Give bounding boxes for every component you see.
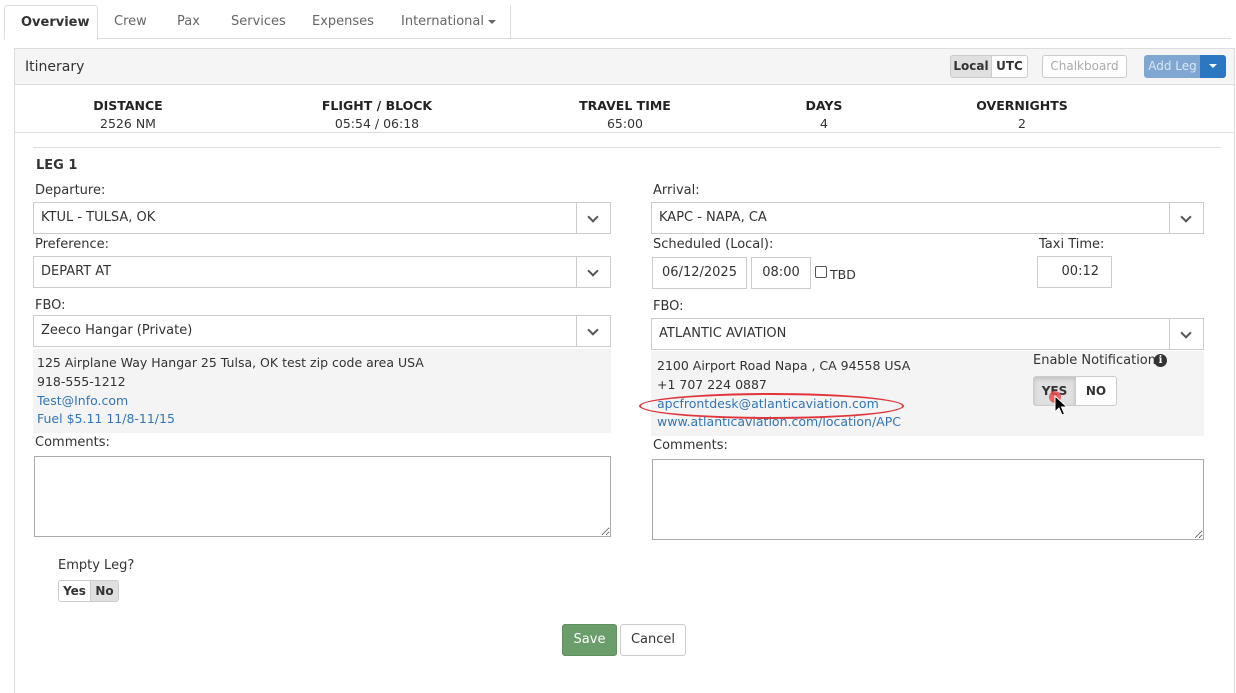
departure-fbo-info: 125 Airplane Way Hangar 25 Tulsa, OK tes… — [33, 349, 611, 433]
leg-divider — [33, 147, 1221, 148]
chevron-down-icon — [1180, 327, 1192, 339]
departure-comments-label: Comments: — [35, 435, 110, 450]
arrival-fbo-phone: +1 707 224 0887 — [657, 377, 767, 392]
stat-overnights: OVERNIGHTS 2 — [942, 98, 1102, 131]
preference-label: Preference: — [35, 237, 110, 252]
caret-down-icon — [487, 19, 496, 24]
tab-expenses[interactable]: Expenses — [296, 5, 390, 39]
empty-leg-no-button[interactable]: No — [90, 580, 119, 602]
tbd-label: TBD — [830, 267, 856, 282]
departure-fbo-email-link[interactable]: Test@Info.com — [37, 393, 128, 408]
arrival-fbo-select[interactable]: ATLANTIC AVIATION — [651, 318, 1204, 350]
tab-overview[interactable]: Overview — [4, 5, 98, 40]
departure-fbo-fuel-link[interactable]: Fuel $5.11 11/8-11/15 — [37, 411, 175, 426]
cancel-button[interactable]: Cancel — [620, 624, 686, 656]
tab-bar: Overview Crew Pax Services Expenses Inte… — [4, 5, 1231, 40]
info-icon[interactable]: i — [1154, 354, 1167, 367]
arrival-fbo-address: 2100 Airport Road Napa , CA 94558 USA — [657, 358, 911, 373]
arrival-fbo-value: ATLANTIC AVIATION — [659, 326, 787, 341]
stat-value: 65:00 — [606, 116, 644, 131]
chevron-down-icon — [587, 324, 599, 336]
stat-value: 4 — [820, 116, 828, 131]
add-leg-button[interactable]: Add Leg — [1144, 55, 1201, 78]
tab-services[interactable]: Services — [215, 5, 302, 39]
taxi-time-input[interactable]: 00:12 — [1037, 256, 1112, 288]
stat-label: DISTANCE — [93, 98, 163, 113]
stat-label: DAYS — [805, 98, 843, 113]
departure-label: Departure: — [35, 183, 106, 198]
stat-label: FLIGHT / BLOCK — [321, 98, 433, 113]
departure-value: KTUL - TULSA, OK — [41, 210, 156, 225]
departure-fbo-value: Zeeco Hangar (Private) — [41, 323, 193, 338]
stat-days: DAYS 4 — [744, 98, 904, 131]
departure-fbo-phone: 918-555-1212 — [37, 374, 126, 389]
departure-fbo-label: FBO: — [35, 298, 66, 313]
preference-select[interactable]: DEPART AT — [33, 256, 611, 288]
stat-travel-time: TRAVEL TIME 65:00 — [545, 98, 705, 131]
departure-fbo-dropdown-toggle[interactable] — [576, 316, 610, 346]
departure-dropdown-toggle[interactable] — [576, 203, 610, 233]
email-highlight-annotation — [639, 393, 904, 419]
scheduled-date-input[interactable]: 06/12/2025 — [652, 257, 747, 289]
chevron-down-icon — [1180, 211, 1192, 223]
empty-leg-label: Empty Leg? — [58, 558, 135, 573]
tab-international-label: International — [401, 14, 484, 29]
tab-pax[interactable]: Pax — [161, 5, 216, 39]
arrival-fbo-label: FBO: — [653, 299, 684, 314]
tab-crew[interactable]: Crew — [98, 5, 163, 39]
departure-select[interactable]: KTUL - TULSA, OK — [33, 202, 611, 234]
notification-no-button[interactable]: NO — [1075, 376, 1117, 406]
arrival-select[interactable]: KAPC - NAPA, CA — [651, 202, 1204, 234]
departure-comments-input[interactable] — [34, 456, 611, 537]
scheduled-label: Scheduled (Local): — [653, 237, 774, 252]
panel-header: Itinerary Local UTC Chalkboard Add Leg — [15, 49, 1234, 85]
arrival-comments-label: Comments: — [653, 438, 728, 453]
chalkboard-button[interactable]: Chalkboard — [1042, 55, 1127, 78]
tbd-checkbox[interactable] — [815, 266, 827, 278]
arrival-comments-input[interactable] — [652, 459, 1204, 540]
stats-divider — [15, 132, 1234, 133]
chevron-down-icon — [587, 211, 599, 223]
add-leg-dropdown-button[interactable] — [1200, 55, 1226, 78]
arrival-label: Arrival: — [653, 183, 700, 198]
leg-title: LEG 1 — [36, 158, 78, 173]
local-time-button[interactable]: Local — [950, 55, 992, 78]
stat-value: 05:54 / 06:18 — [334, 116, 420, 131]
departure-fbo-select[interactable]: Zeeco Hangar (Private) — [33, 315, 611, 347]
departure-fbo-address: 125 Airplane Way Hangar 25 Tulsa, OK tes… — [37, 355, 424, 370]
enable-notification-label: Enable Notification — [1033, 353, 1157, 368]
chevron-down-icon — [587, 265, 599, 277]
stat-value: 2526 NM — [100, 116, 156, 131]
stat-label: TRAVEL TIME — [579, 98, 671, 113]
arrival-value: KAPC - NAPA, CA — [659, 210, 767, 225]
preference-dropdown-toggle[interactable] — [576, 257, 610, 287]
mouse-cursor-icon — [1054, 395, 1068, 416]
stat-flight-block: FLIGHT / BLOCK 05:54 / 06:18 — [297, 98, 457, 131]
empty-leg-yes-button[interactable]: Yes — [58, 580, 91, 602]
stat-distance: DISTANCE 2526 NM — [48, 98, 208, 131]
utc-time-button[interactable]: UTC — [991, 55, 1028, 78]
tab-international[interactable]: International — [385, 5, 512, 39]
panel-title: Itinerary — [25, 59, 85, 75]
tab-separator — [510, 5, 511, 39]
stat-value: 2 — [1018, 116, 1026, 131]
arrival-dropdown-toggle[interactable] — [1169, 203, 1203, 233]
preference-value: DEPART AT — [41, 264, 112, 279]
stat-label: OVERNIGHTS — [976, 98, 1068, 113]
taxi-time-label: Taxi Time: — [1039, 237, 1105, 252]
save-button[interactable]: Save — [562, 624, 617, 656]
scheduled-time-input[interactable]: 08:00 — [751, 257, 811, 289]
arrival-fbo-dropdown-toggle[interactable] — [1169, 319, 1203, 349]
caret-down-icon — [1209, 63, 1217, 68]
